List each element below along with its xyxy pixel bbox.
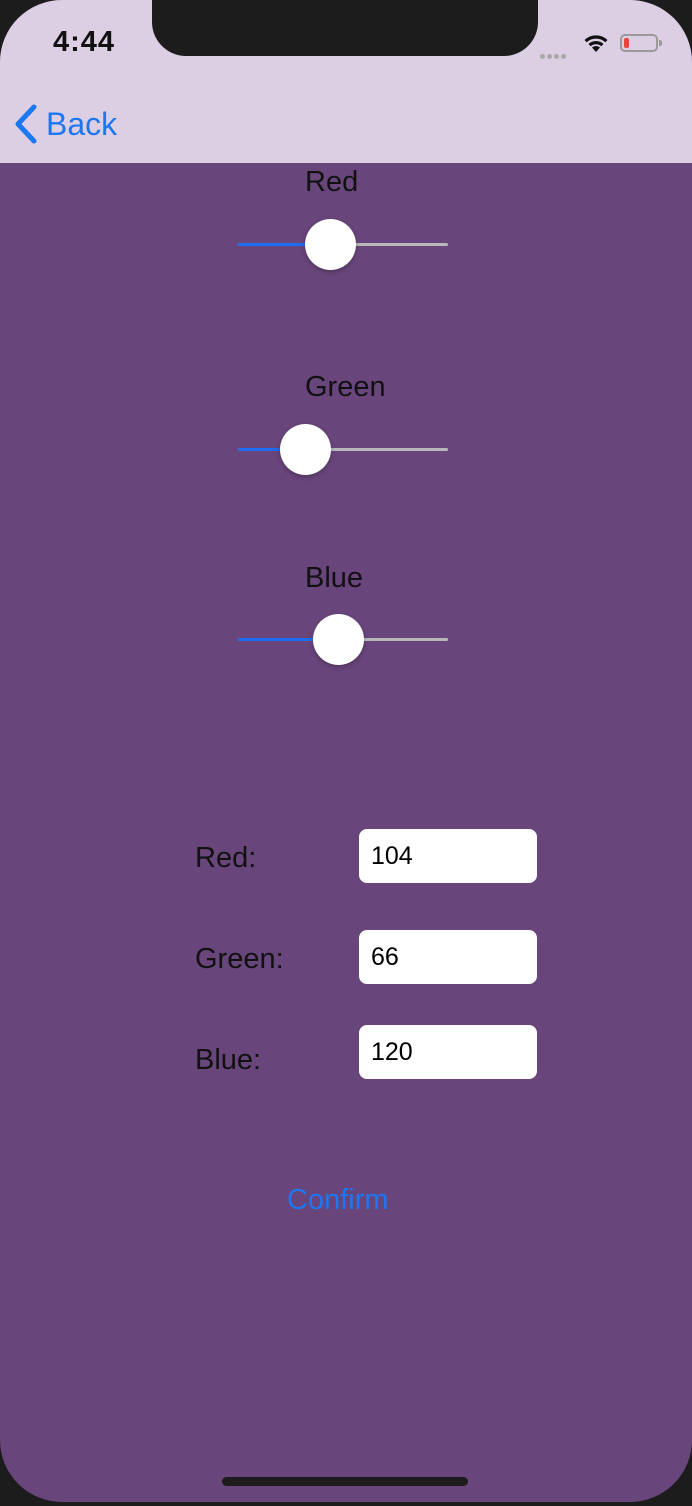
- slider-thumb[interactable]: [304, 219, 356, 270]
- wifi-icon: [582, 32, 610, 59]
- device-notch: [152, 0, 538, 56]
- red-value-field[interactable]: [359, 829, 537, 883]
- slider-thumb[interactable]: [313, 614, 365, 665]
- chevron-left-icon: [15, 104, 37, 144]
- app-screen: 4:44 Back Red Green Blue Red: 104 Green:…: [0, 0, 692, 1502]
- blue-value-field[interactable]: [359, 1025, 537, 1079]
- status-time: 4:44: [53, 26, 116, 58]
- blue-slider-label: Blue: [305, 562, 364, 594]
- back-button-label: Back: [46, 105, 118, 142]
- red-slider-label: Red: [305, 166, 359, 198]
- red-field-label: Red:: [195, 842, 257, 874]
- green-field-label: Green:: [195, 943, 284, 975]
- blue-field-label: Blue:: [195, 1044, 262, 1076]
- green-slider[interactable]: [238, 424, 448, 475]
- red-slider[interactable]: [238, 219, 448, 270]
- confirm-button[interactable]: Confirm: [287, 1184, 389, 1217]
- back-button[interactable]: Back: [14, 104, 117, 144]
- blue-slider[interactable]: [238, 614, 448, 665]
- green-slider-label: Green: [305, 371, 386, 403]
- cellular-signal-icon: [540, 46, 568, 64]
- slider-thumb[interactable]: [279, 424, 331, 475]
- green-value-field[interactable]: [359, 930, 537, 984]
- battery-icon: [620, 34, 662, 52]
- home-indicator[interactable]: [222, 1477, 468, 1486]
